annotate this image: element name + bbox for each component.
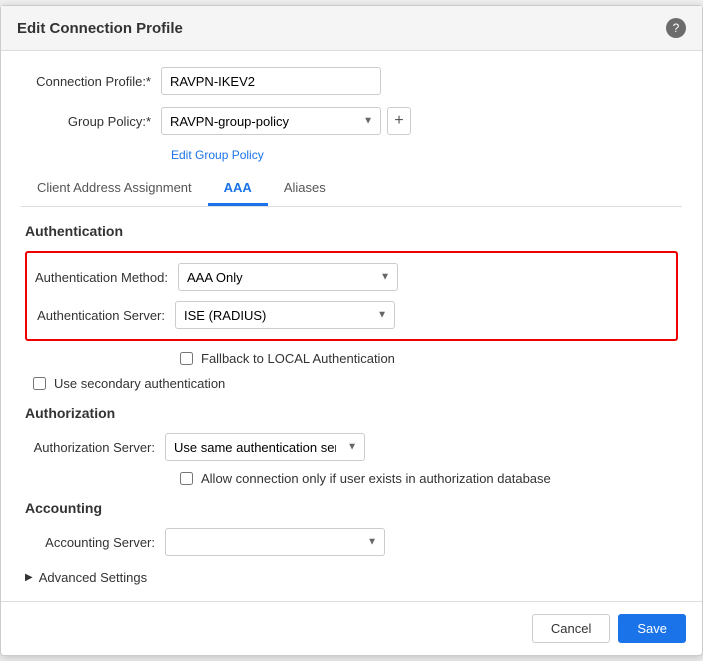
accounting-server-select-wrapper: ▼ xyxy=(165,528,385,556)
connection-profile-label: Connection Profile:* xyxy=(21,74,161,89)
allow-connection-checkbox[interactable] xyxy=(180,472,193,485)
edit-group-policy-row: Edit Group Policy xyxy=(21,147,682,162)
secondary-auth-checkbox[interactable] xyxy=(33,377,46,390)
accounting-section-title: Accounting xyxy=(25,500,678,516)
auth-server-label: Authentication Server: xyxy=(35,308,175,323)
authz-server-select-wrapper: Use same authentication server ▼ xyxy=(165,433,365,461)
auth-server-select-wrapper: ISE (RADIUS) ▼ xyxy=(175,301,395,329)
tabs: Client Address Assignment AAA Aliases xyxy=(21,172,682,207)
authz-server-label: Authorization Server: xyxy=(25,440,165,455)
auth-method-select[interactable]: AAA Only xyxy=(178,263,398,291)
connection-profile-input[interactable] xyxy=(161,67,381,95)
tab-aaa-content: Authentication Authentication Method: AA… xyxy=(21,207,682,585)
auth-method-select-wrapper: AAA Only ▼ xyxy=(178,263,398,291)
authz-server-row: Authorization Server: Use same authentic… xyxy=(25,433,678,461)
save-button[interactable]: Save xyxy=(618,614,686,643)
dialog-footer: Cancel Save xyxy=(1,601,702,655)
tab-client-address[interactable]: Client Address Assignment xyxy=(21,172,208,206)
auth-server-select[interactable]: ISE (RADIUS) xyxy=(175,301,395,329)
group-policy-label: Group Policy:* xyxy=(21,114,161,129)
dialog-title: Edit Connection Profile xyxy=(17,20,183,37)
connection-profile-row: Connection Profile:* xyxy=(21,67,682,95)
accounting-server-label: Accounting Server: xyxy=(25,535,165,550)
secondary-auth-label: Use secondary authentication xyxy=(54,376,225,391)
authz-server-select[interactable]: Use same authentication server xyxy=(165,433,365,461)
auth-server-row: Authentication Server: ISE (RADIUS) ▼ xyxy=(35,301,668,329)
allow-connection-row: Allow connection only if user exists in … xyxy=(180,471,678,486)
fallback-row: Fallback to LOCAL Authentication xyxy=(180,351,678,366)
cancel-button[interactable]: Cancel xyxy=(532,614,610,643)
auth-method-row: Authentication Method: AAA Only ▼ xyxy=(35,263,668,291)
accounting-server-row: Accounting Server: ▼ xyxy=(25,528,678,556)
auth-method-label: Authentication Method: xyxy=(35,270,178,285)
edit-group-policy-link[interactable]: Edit Group Policy xyxy=(171,148,264,162)
secondary-auth-row: Use secondary authentication xyxy=(33,376,678,391)
dialog-header: Edit Connection Profile ? xyxy=(1,6,702,51)
triangle-icon: ▶ xyxy=(25,572,33,583)
edit-connection-profile-dialog: Edit Connection Profile ? Connection Pro… xyxy=(0,5,703,656)
group-policy-select-wrapper: RAVPN-group-policy ▼ xyxy=(161,107,381,135)
dialog-body: Connection Profile:* Group Policy:* RAVP… xyxy=(1,51,702,601)
add-group-policy-button[interactable]: + xyxy=(387,107,411,135)
advanced-settings-row[interactable]: ▶ Advanced Settings xyxy=(25,570,678,585)
tab-aaa[interactable]: AAA xyxy=(208,172,268,206)
allow-connection-label: Allow connection only if user exists in … xyxy=(201,471,551,486)
group-policy-select[interactable]: RAVPN-group-policy xyxy=(161,107,381,135)
accounting-server-select[interactable] xyxy=(165,528,385,556)
fallback-checkbox[interactable] xyxy=(180,352,193,365)
authentication-section-title: Authentication xyxy=(25,223,678,239)
fallback-label: Fallback to LOCAL Authentication xyxy=(201,351,395,366)
authorization-section-title: Authorization xyxy=(25,405,678,421)
help-icon[interactable]: ? xyxy=(666,18,686,38)
group-policy-row: Group Policy:* RAVPN-group-policy ▼ + xyxy=(21,107,682,135)
tab-aliases[interactable]: Aliases xyxy=(268,172,342,206)
authentication-box: Authentication Method: AAA Only ▼ Authen… xyxy=(25,251,678,341)
advanced-settings-label: Advanced Settings xyxy=(39,570,147,585)
